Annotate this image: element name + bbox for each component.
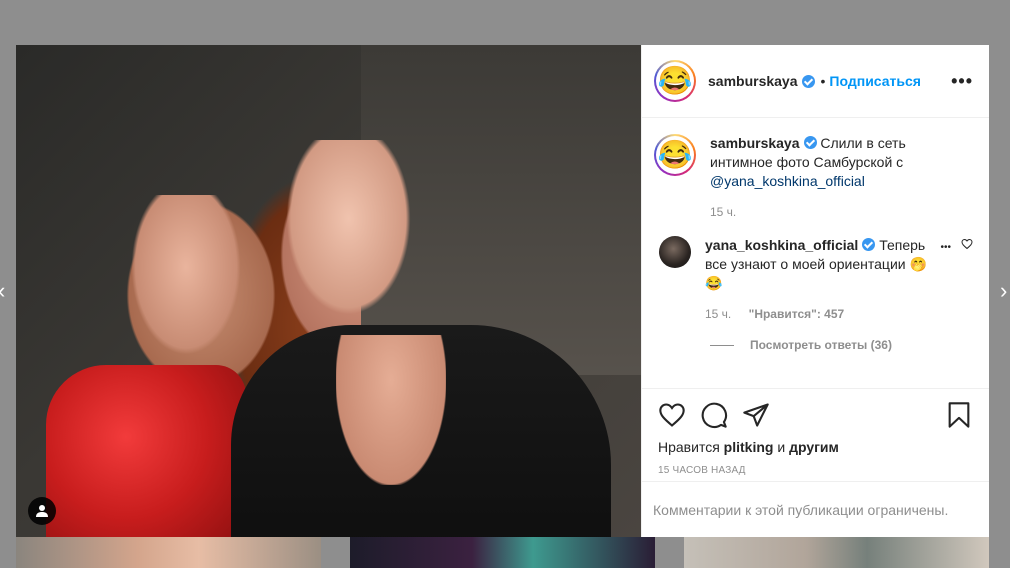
- comments-restricted-notice: Комментарии к этой публикации ограничены…: [642, 481, 989, 537]
- comment-item: yana_koshkina_official Теперь все узнают…: [654, 236, 973, 324]
- comments-list[interactable]: 😂 samburskaya Слили в сеть интимное фото…: [642, 118, 989, 388]
- photo-face-left: [131, 195, 241, 355]
- replies-divider-line: [710, 344, 734, 346]
- comment-more-icon[interactable]: •••: [940, 238, 951, 257]
- comment-likes[interactable]: "Нравится": 457: [749, 307, 845, 321]
- author-username[interactable]: samburskaya: [708, 73, 798, 89]
- verified-badge-icon: [803, 136, 817, 149]
- post-timestamp[interactable]: 15 часов назад: [658, 465, 973, 476]
- photo-skin: [336, 335, 446, 485]
- likes-others-link[interactable]: другим: [789, 439, 839, 455]
- grid-thumbnail[interactable]: [16, 537, 321, 568]
- caption-username[interactable]: samburskaya: [710, 135, 800, 151]
- heart-icon[interactable]: [658, 401, 686, 429]
- action-icons-row: [658, 397, 973, 433]
- photo-face-right: [286, 140, 411, 315]
- verified-badge-icon: [862, 238, 876, 251]
- verified-badge-icon: [801, 74, 815, 88]
- caption-avatar[interactable]: 😂: [654, 134, 696, 176]
- view-replies-button[interactable]: Посмотреть ответы (36): [710, 338, 973, 352]
- caption-time: 15 ч.: [710, 205, 737, 219]
- more-options-icon[interactable]: •••: [951, 71, 973, 92]
- likes-summary: Нравится plitking и другим: [658, 439, 973, 455]
- previous-post-arrow[interactable]: ‹: [0, 278, 5, 304]
- comment-icon[interactable]: [700, 401, 728, 429]
- post-photo[interactable]: [16, 45, 641, 537]
- likes-prefix: Нравится: [658, 439, 724, 455]
- caption-mention-link[interactable]: @yana_koshkina_official: [710, 173, 865, 189]
- comment-username[interactable]: yana_koshkina_official: [705, 237, 858, 253]
- user-icon: [36, 505, 48, 517]
- follow-button[interactable]: Подписаться: [829, 73, 921, 89]
- user-tags-button[interactable]: [28, 497, 56, 525]
- grid-thumbnail[interactable]: [684, 537, 989, 568]
- commenter-avatar[interactable]: [659, 236, 691, 268]
- caption: 😂 samburskaya Слили в сеть интимное фото…: [654, 134, 973, 222]
- view-replies-label: Посмотреть ответы (36): [750, 338, 892, 352]
- comment-time: 15 ч.: [705, 307, 732, 321]
- comment-like-heart-icon[interactable]: [961, 238, 973, 250]
- bookmark-icon[interactable]: [945, 401, 973, 429]
- post-side-panel: 😂 samburskaya • Подписаться ••• 😂 sambur…: [641, 45, 989, 537]
- likes-user-link[interactable]: plitking: [724, 439, 774, 455]
- likes-middle: и: [773, 439, 790, 455]
- post-actions: Нравится plitking и другим 15 часов наза…: [642, 388, 989, 488]
- post-header: 😂 samburskaya • Подписаться •••: [642, 45, 989, 118]
- grid-thumbnail[interactable]: [350, 537, 655, 568]
- next-post-arrow[interactable]: ›: [1000, 278, 1007, 304]
- laughing-emoji-icon: 😂: [656, 62, 694, 100]
- separator-dot: •: [820, 73, 826, 89]
- comment-meta: 15 ч. "Нравится": 457: [705, 305, 935, 324]
- photo-red-dress: [46, 365, 246, 537]
- share-icon[interactable]: [742, 401, 770, 429]
- author-avatar[interactable]: 😂: [654, 60, 696, 102]
- laughing-emoji-icon: 😂: [656, 136, 694, 174]
